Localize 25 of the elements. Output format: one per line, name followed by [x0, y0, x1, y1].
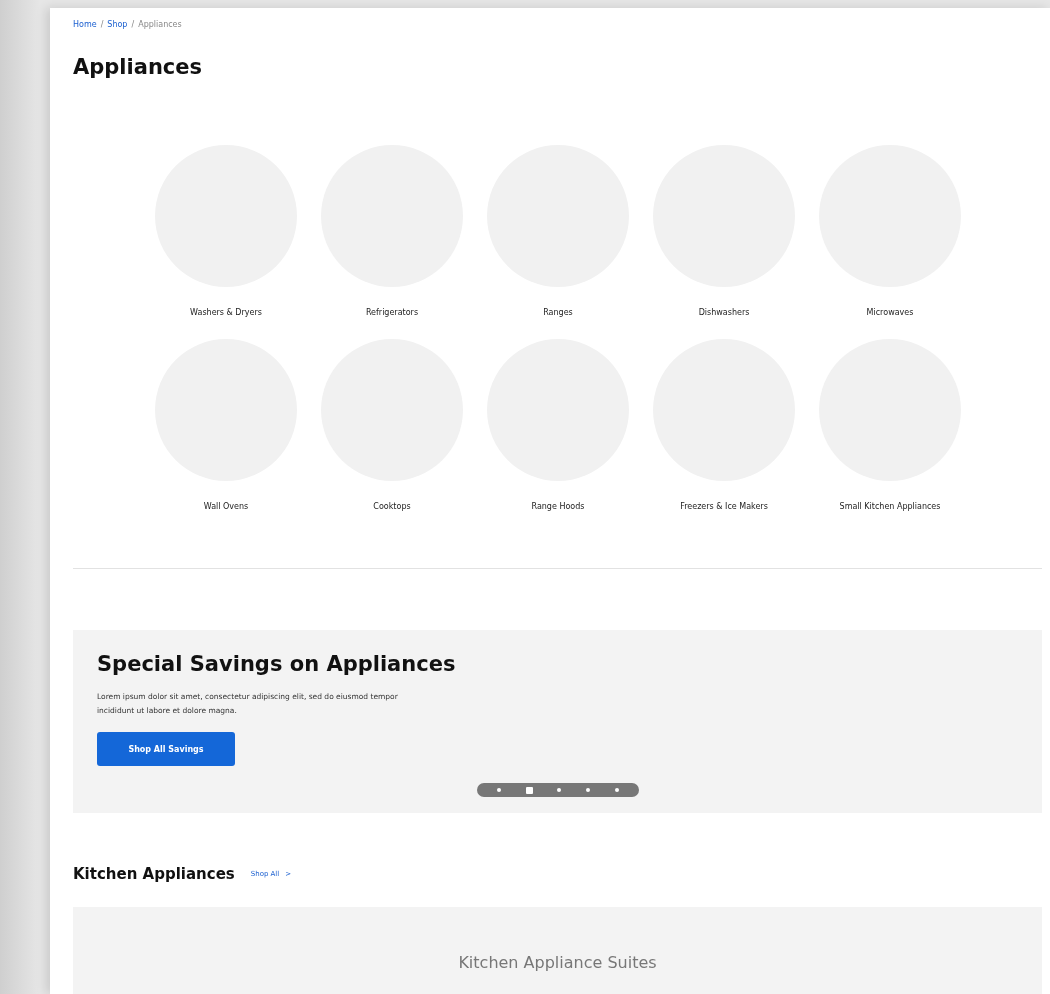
card-title: Kitchen Appliance Suites	[458, 953, 657, 974]
category-label[interactable]: Washers & Dryers	[190, 308, 262, 317]
category-label[interactable]: Freezers & Ice Makers	[680, 502, 768, 511]
category-label[interactable]: Refrigerators	[365, 308, 419, 317]
category-label[interactable]: Microwaves	[866, 308, 914, 317]
carousel-dot[interactable]	[497, 788, 502, 792]
category-label[interactable]: Wall Ovens	[203, 502, 249, 511]
page-title: Appliances	[73, 55, 204, 79]
breadcrumb-separator: /	[131, 20, 135, 29]
breadcrumb-link[interactable]: Shop	[107, 20, 128, 29]
promo-title: Special Savings on Appliances	[97, 652, 457, 676]
breadcrumb-current-page: Appliances	[138, 20, 182, 29]
section-title: Kitchen Appliances	[73, 865, 235, 883]
category-card[interactable]: Kitchen Appliance Suites	[73, 907, 1042, 994]
shop-savings-button[interactable]: Shop All Savings	[97, 732, 235, 766]
breadcrumb-separator: /	[100, 20, 104, 29]
carousel-dot[interactable]	[586, 788, 591, 792]
category-label[interactable]: Ranges	[543, 308, 573, 317]
breadcrumb-link[interactable]: Home	[73, 20, 97, 29]
category-label[interactable]: Cooktops	[373, 502, 411, 511]
carousel-dot[interactable]	[614, 788, 619, 792]
category-label[interactable]: Dishwashers	[698, 308, 750, 317]
category-label[interactable]: Small Kitchen Appliances	[839, 502, 941, 511]
category-label[interactable]: Range Hoods	[531, 502, 585, 511]
carousel-dot[interactable]	[557, 788, 562, 792]
